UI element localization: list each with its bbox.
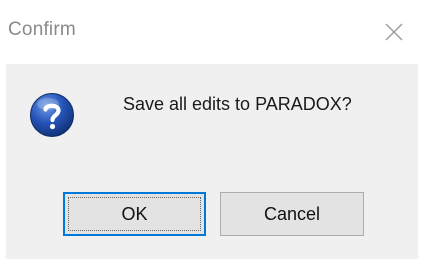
close-button[interactable]: [374, 14, 414, 50]
confirm-message: Save all edits to PARADOX?: [123, 94, 352, 114]
ok-button[interactable]: OK: [63, 192, 206, 236]
question-icon: [30, 93, 74, 137]
confirm-dialog: Confirm Save all edits to PARADOX? OK Ca…: [0, 0, 424, 265]
dialog-body: Save all edits to PARADOX? OK Cancel: [6, 64, 418, 259]
cancel-button-label: Cancel: [263, 203, 321, 224]
title-bar: Confirm: [0, 0, 424, 64]
ok-button-label: OK: [121, 203, 148, 224]
close-icon: [385, 23, 403, 41]
cancel-button[interactable]: Cancel: [220, 192, 364, 236]
window-title: Confirm: [8, 19, 76, 40]
